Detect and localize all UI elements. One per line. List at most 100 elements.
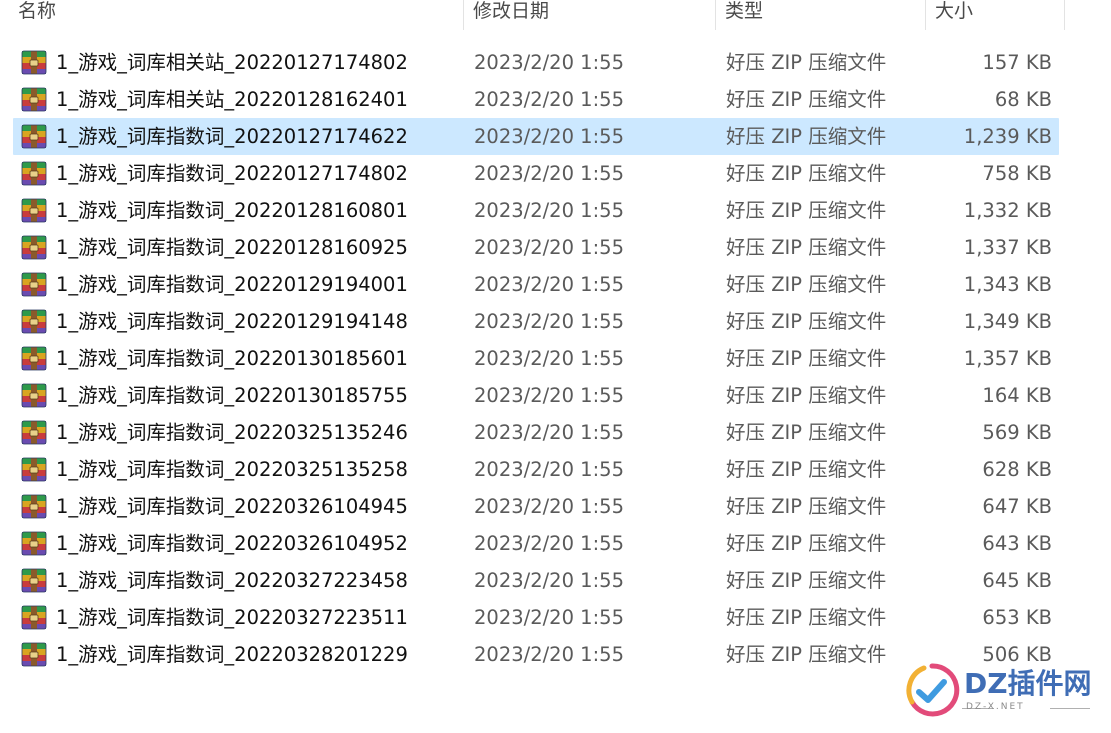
watermark-subtext: DZ-X.NET (966, 702, 1025, 712)
archive-zip-icon (21, 346, 47, 371)
file-size: 643 KB (982, 532, 1052, 555)
file-size: 1,239 KB (963, 125, 1052, 148)
archive-zip-icon (21, 383, 47, 408)
file-size: 157 KB (982, 51, 1052, 74)
file-modified-date: 2023/2/20 1:55 (474, 458, 624, 481)
file-type: 好压 ZIP 压缩文件 (726, 236, 887, 259)
file-name: 1_游戏_词库指数词_20220327223511 (56, 606, 408, 629)
file-row[interactable]: 1_游戏_词库指数词_20220128160925 2023/2/20 1:55 好… (0, 229, 1111, 266)
archive-zip-icon (21, 494, 47, 519)
file-type: 好压 ZIP 压缩文件 (726, 88, 887, 111)
archive-zip-icon (21, 531, 47, 556)
file-name: 1_游戏_词库指数词_20220130185601 (56, 347, 408, 370)
file-modified-date: 2023/2/20 1:55 (474, 162, 624, 185)
watermark-logo-text: DZ插件网 (964, 667, 1092, 700)
file-row[interactable]: 1_游戏_词库指数词_20220325135258 2023/2/20 1:55 好… (0, 451, 1111, 488)
file-name: 1_游戏_词库指数词_20220130185755 (56, 384, 408, 407)
file-name: 1_游戏_词库指数词_20220327223458 (56, 569, 408, 592)
file-row[interactable]: 1_游戏_词库指数词_20220130185601 2023/2/20 1:55 好… (0, 340, 1111, 377)
column-header: 名称 修改日期 类型 大小 (0, 0, 1111, 30)
file-modified-date: 2023/2/20 1:55 (474, 273, 624, 296)
archive-zip-icon (21, 124, 47, 149)
file-size: 628 KB (982, 458, 1052, 481)
column-divider[interactable] (463, 0, 464, 30)
file-modified-date: 2023/2/20 1:55 (474, 88, 624, 111)
file-type: 好压 ZIP 压缩文件 (726, 569, 887, 592)
file-type: 好压 ZIP 压缩文件 (726, 310, 887, 333)
file-size: 1,357 KB (963, 347, 1052, 370)
file-row[interactable]: 1_游戏_词库指数词_20220327223511 2023/2/20 1:55 好… (0, 599, 1111, 636)
column-divider[interactable] (1064, 0, 1065, 30)
file-size: 1,332 KB (963, 199, 1052, 222)
file-row[interactable]: 1_游戏_词库指数词_20220129194001 2023/2/20 1:55 好… (0, 266, 1111, 303)
file-modified-date: 2023/2/20 1:55 (474, 199, 624, 222)
archive-zip-icon (21, 568, 47, 593)
file-size: 1,349 KB (963, 310, 1052, 333)
file-name: 1_游戏_词库相关站_20220127174802 (56, 51, 408, 74)
file-size: 647 KB (982, 495, 1052, 518)
file-size: 164 KB (982, 384, 1052, 407)
file-type: 好压 ZIP 压缩文件 (726, 532, 887, 555)
file-name: 1_游戏_词库指数词_20220128160801 (56, 199, 408, 222)
column-divider[interactable] (715, 0, 716, 30)
file-row[interactable]: 1_游戏_词库指数词_20220326104945 2023/2/20 1:55 好… (0, 488, 1111, 525)
column-header-name[interactable]: 名称 (12, 0, 462, 30)
file-name: 1_游戏_词库指数词_20220128160925 (56, 236, 408, 259)
file-name: 1_游戏_词库指数词_20220129194001 (56, 273, 408, 296)
archive-zip-icon (21, 605, 47, 630)
file-row[interactable]: 1_游戏_词库指数词_20220127174802 2023/2/20 1:55 好… (0, 155, 1111, 192)
column-header-date[interactable]: 修改日期 (465, 0, 715, 30)
file-size: 1,343 KB (963, 273, 1052, 296)
file-name: 1_游戏_词库指数词_20220127174622 (56, 125, 408, 148)
file-modified-date: 2023/2/20 1:55 (474, 643, 624, 666)
file-modified-date: 2023/2/20 1:55 (474, 51, 624, 74)
file-type: 好压 ZIP 压缩文件 (726, 125, 887, 148)
archive-zip-icon (21, 50, 47, 75)
file-name: 1_游戏_词库指数词_20220325135246 (56, 421, 408, 444)
column-header-type[interactable]: 类型 (717, 0, 925, 30)
file-name: 1_游戏_词库指数词_20220325135258 (56, 458, 408, 481)
file-row[interactable]: 1_游戏_词库指数词_20220326104952 2023/2/20 1:55 好… (0, 525, 1111, 562)
file-row[interactable]: 1_游戏_词库指数词_20220327223458 2023/2/20 1:55 好… (0, 562, 1111, 599)
file-size: 645 KB (982, 569, 1052, 592)
file-name: 1_游戏_词库指数词_20220129194148 (56, 310, 408, 333)
file-row[interactable]: 1_游戏_词库指数词_20220130185755 2023/2/20 1:55 好… (0, 377, 1111, 414)
file-size: 68 KB (994, 88, 1052, 111)
file-size: 758 KB (982, 162, 1052, 185)
archive-zip-icon (21, 87, 47, 112)
file-name: 1_游戏_词库指数词_20220127174802 (56, 162, 408, 185)
file-row[interactable]: 1_游戏_词库相关站_20220127174802 2023/2/20 1:55 好… (0, 44, 1111, 81)
archive-zip-icon (21, 457, 47, 482)
file-size: 569 KB (982, 421, 1052, 444)
file-type: 好压 ZIP 压缩文件 (726, 199, 887, 222)
file-modified-date: 2023/2/20 1:55 (474, 347, 624, 370)
file-name: 1_游戏_词库指数词_20220328201229 (56, 643, 408, 666)
file-row[interactable]: 1_游戏_词库相关站_20220128162401 2023/2/20 1:55 好… (0, 81, 1111, 118)
file-explorer: 名称 修改日期 类型 大小 1_游戏_词库相关站_20220127174802 2… (0, 0, 1111, 733)
file-modified-date: 2023/2/20 1:55 (474, 569, 624, 592)
file-row[interactable]: 1_游戏_词库指数词_20220129194148 2023/2/20 1:55 好… (0, 303, 1111, 340)
archive-zip-icon (21, 272, 47, 297)
archive-zip-icon (21, 235, 47, 260)
file-row[interactable]: 1_游戏_词库指数词_20220127174622 2023/2/20 1:55 好… (0, 118, 1111, 155)
file-type: 好压 ZIP 压缩文件 (726, 421, 887, 444)
file-name: 1_游戏_词库相关站_20220128162401 (56, 88, 408, 111)
dz-logo-icon (906, 663, 960, 717)
file-type: 好压 ZIP 压缩文件 (726, 643, 887, 666)
column-divider[interactable] (925, 0, 926, 30)
file-list: 1_游戏_词库相关站_20220127174802 2023/2/20 1:55 好… (0, 44, 1111, 673)
file-row[interactable]: 1_游戏_词库指数词_20220325135246 2023/2/20 1:55 好… (0, 414, 1111, 451)
file-name: 1_游戏_词库指数词_20220326104952 (56, 532, 408, 555)
file-name: 1_游戏_词库指数词_20220326104945 (56, 495, 408, 518)
archive-zip-icon (21, 198, 47, 223)
file-type: 好压 ZIP 压缩文件 (726, 606, 887, 629)
file-modified-date: 2023/2/20 1:55 (474, 421, 624, 444)
file-modified-date: 2023/2/20 1:55 (474, 532, 624, 555)
file-type: 好压 ZIP 压缩文件 (726, 162, 887, 185)
file-type: 好压 ZIP 压缩文件 (726, 458, 887, 481)
column-header-size[interactable]: 大小 (927, 0, 1065, 30)
watermark-rule (1050, 708, 1090, 709)
file-size: 653 KB (982, 606, 1052, 629)
file-row[interactable]: 1_游戏_词库指数词_20220128160801 2023/2/20 1:55 好… (0, 192, 1111, 229)
file-modified-date: 2023/2/20 1:55 (474, 236, 624, 259)
